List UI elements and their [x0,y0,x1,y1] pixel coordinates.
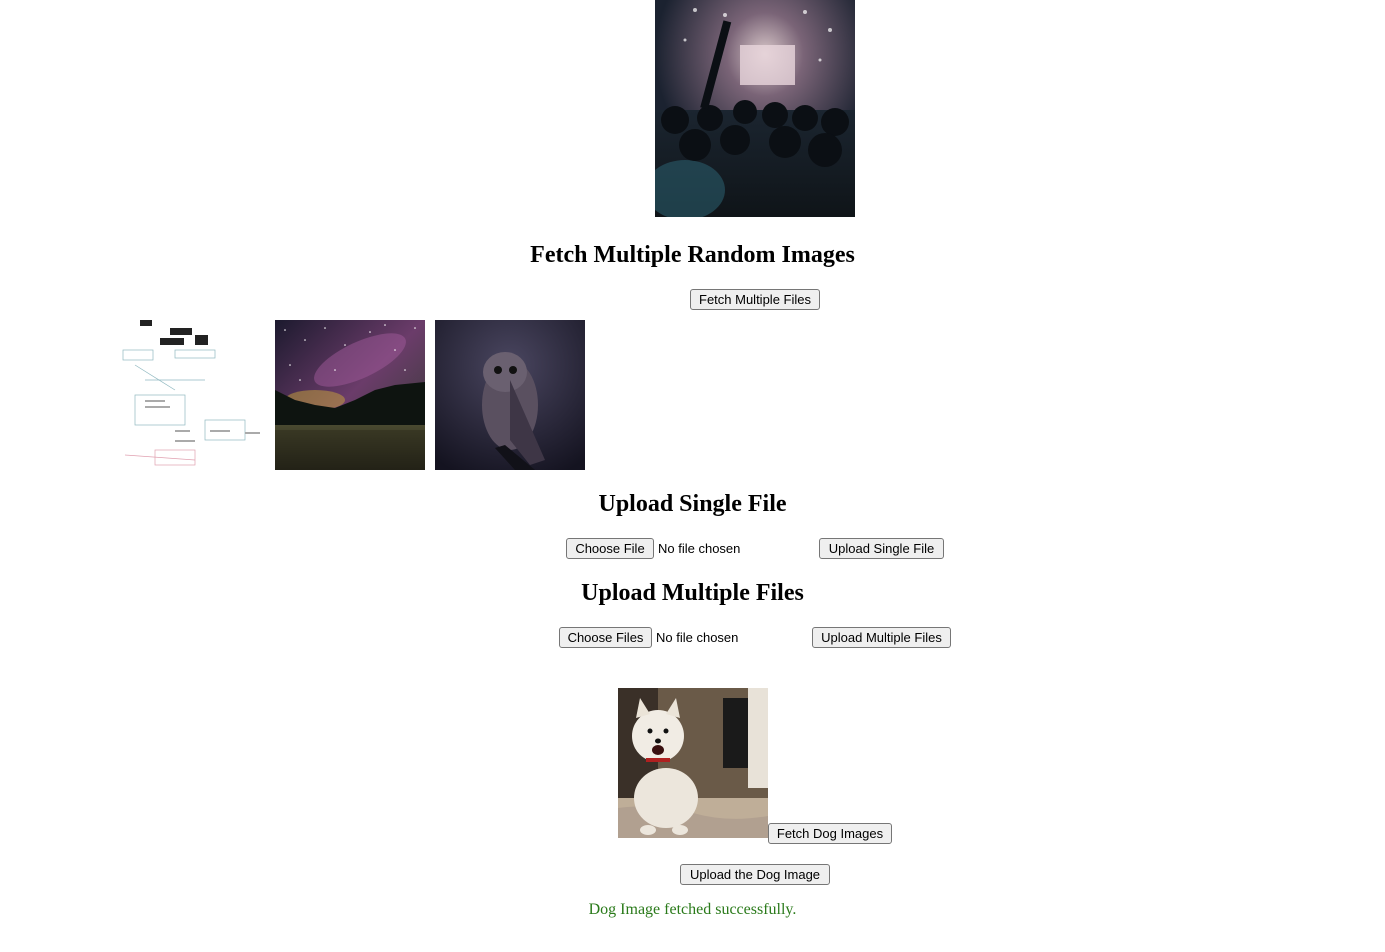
dog-status-message: Dog Image fetched successfully. [588,901,797,918]
single-file-status: No file chosen [658,541,741,556]
upload-multiple-files-button[interactable]: Upload Multiple Files [812,627,951,648]
upload-single-heading: Upload Single File [598,491,787,517]
owl-image [435,320,585,470]
upload-dog-image-button[interactable]: Upload the Dog Image [680,864,830,885]
choose-file-button[interactable]: Choose File [566,538,654,559]
fetch-multiple-files-button[interactable]: Fetch Multiple Files [690,289,820,310]
concert-image [655,0,855,217]
fetch-multiple-heading: Fetch Multiple Random Images [530,242,855,268]
fetch-dog-images-button[interactable]: Fetch Dog Images [768,823,892,844]
upload-single-file-button[interactable]: Upload Single File [819,538,944,559]
diagram-image [115,320,265,470]
multiple-files-status: No file chosen [656,630,739,645]
choose-files-button[interactable]: Choose Files [559,627,652,648]
upload-multiple-heading: Upload Multiple Files [581,580,804,606]
dog-image [618,688,768,838]
night-sky-image [275,320,425,470]
